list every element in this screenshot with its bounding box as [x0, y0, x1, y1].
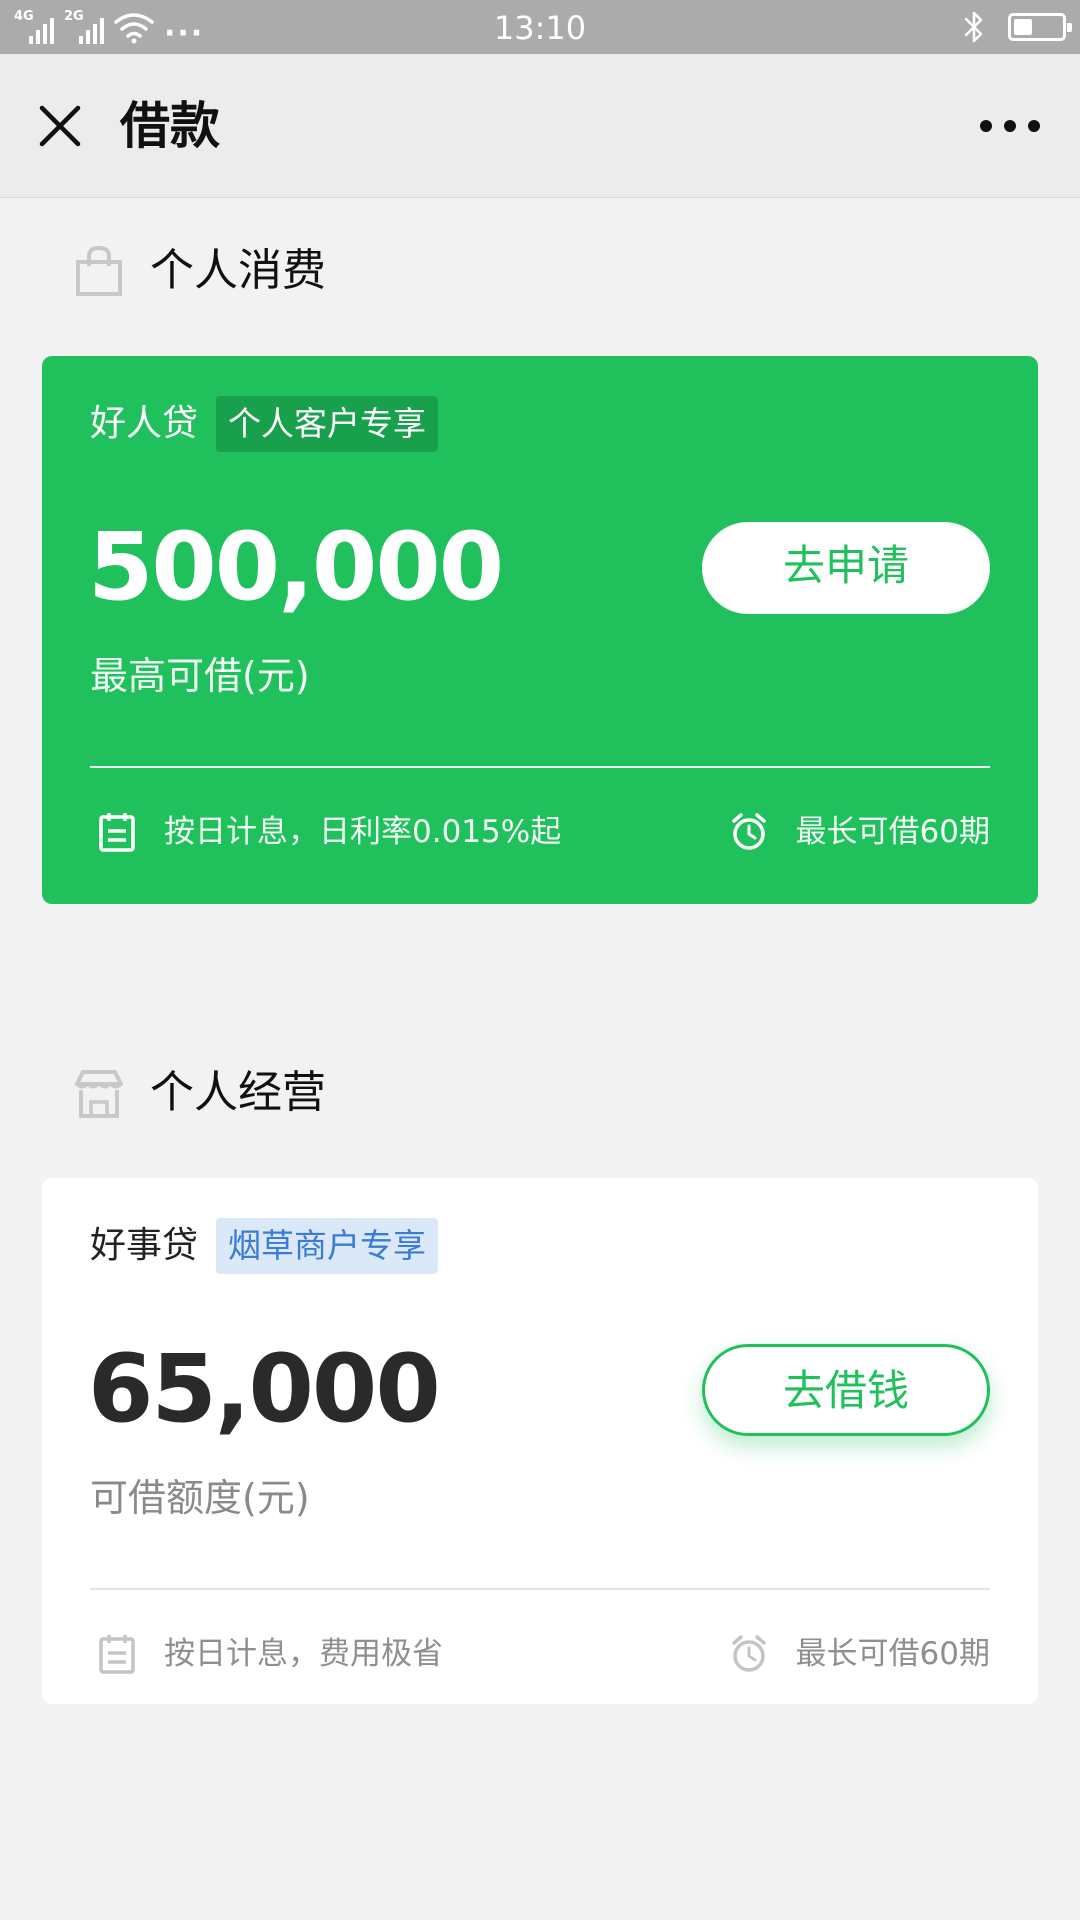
feature-interest: 按日计息，日利率0.015%起 [98, 810, 561, 854]
feature-term-text: 最长可借60期 [795, 1636, 990, 1672]
product-name: 好事贷 [90, 1225, 199, 1266]
feature-term: 最长可借60期 [730, 810, 990, 854]
feature-interest-text: 按日计息，日利率0.015%起 [164, 814, 562, 850]
product-name: 好人贷 [90, 403, 199, 444]
card-divider [90, 1588, 990, 1590]
section-header-business: 个人经营 [72, 1058, 326, 1128]
section-title: 个人经营 [150, 1067, 326, 1118]
section-header-consumer: 个人消费 [72, 236, 326, 306]
feature-term-text: 最长可借60期 [795, 814, 990, 850]
loan-amount: 65,000 [88, 1335, 441, 1444]
store-icon [75, 1070, 123, 1118]
card-brand-row: 好人贷 个人客户专享 [90, 396, 439, 452]
product-tag: 烟草商户专享 [216, 1218, 439, 1274]
shopping-bag-icon [76, 245, 122, 296]
feature-interest: 按日计息，费用极省 [98, 1632, 443, 1676]
more-dots-icon[interactable] [980, 112, 1040, 140]
alarm-clock-icon [731, 1635, 766, 1672]
page-title: 借款 [120, 97, 220, 155]
section-title: 个人消费 [150, 245, 326, 296]
calendar-icon [99, 813, 135, 852]
card-divider [90, 766, 990, 768]
loan-amount: 500,000 [88, 513, 504, 622]
loan-card-haorendai: 好人贷 个人客户专享 500,000 最高可借(元) 去申请 按日计息，日利率0… [42, 356, 1038, 904]
card-brand-row: 好事贷 烟草商户专享 [90, 1218, 439, 1274]
feature-term: 最长可借60期 [730, 1632, 990, 1676]
battery-icon [1008, 13, 1072, 41]
nav-header: 借款 [0, 54, 1080, 198]
alarm-clock-icon [731, 813, 766, 850]
calendar-icon [99, 1635, 135, 1674]
apply-button[interactable]: 去申请 [702, 522, 990, 614]
loan-amount-label: 可借额度(元) [90, 1476, 310, 1520]
loan-card-haoshidai: 好事贷 烟草商户专享 65,000 可借额度(元) 去借钱 按日计息，费用极省 … [42, 1178, 1038, 1704]
product-tag: 个人客户专享 [216, 396, 439, 452]
loan-amount-label: 最高可借(元) [90, 654, 310, 698]
bluetooth-icon [964, 11, 983, 43]
close-icon[interactable] [36, 102, 84, 150]
status-bar: 4G 2G ··· 13:10 [0, 0, 1080, 54]
borrow-button[interactable]: 去借钱 [702, 1344, 990, 1436]
status-right [960, 10, 1072, 44]
feature-interest-text: 按日计息，费用极省 [164, 1636, 443, 1672]
status-time: 13:10 [493, 9, 587, 47]
